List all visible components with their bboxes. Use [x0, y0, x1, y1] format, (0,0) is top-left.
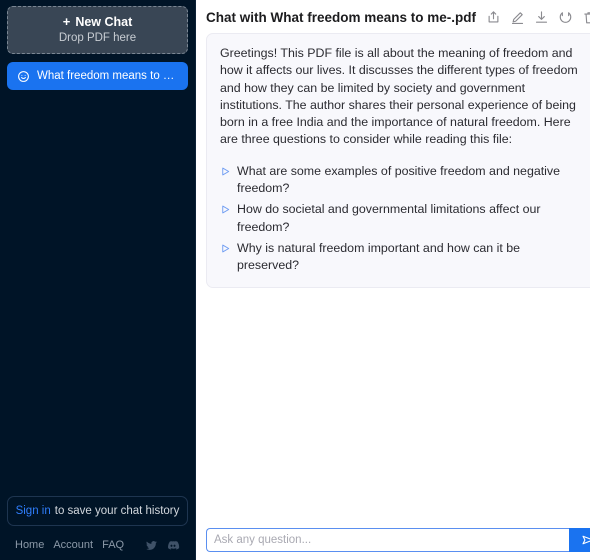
- delete-icon[interactable]: [582, 10, 590, 25]
- suggested-question-text: Why is natural freedom important and how…: [237, 240, 521, 273]
- suggested-question-item[interactable]: Why is natural freedom important and how…: [220, 240, 583, 275]
- share-icon[interactable]: [486, 10, 501, 25]
- sidebar-footer: Home Account FAQ: [7, 538, 188, 552]
- assistant-message-bubble: Greetings! This PDF file is all about th…: [206, 33, 590, 288]
- footer-socials: [145, 538, 185, 552]
- footer-links: Home Account FAQ: [15, 539, 124, 551]
- play-triangle-icon: [222, 244, 230, 253]
- edit-icon[interactable]: [510, 10, 525, 25]
- composer: [206, 528, 590, 552]
- footer-link-account[interactable]: Account: [53, 539, 93, 551]
- new-chat-dropzone[interactable]: + New Chat Drop PDF here: [7, 6, 188, 54]
- download-icon[interactable]: [534, 10, 549, 25]
- sign-in-button[interactable]: Sign in to save your chat history: [7, 496, 188, 526]
- play-triangle-icon: [222, 167, 230, 176]
- sign-in-link[interactable]: Sign in: [16, 505, 51, 517]
- footer-link-faq[interactable]: FAQ: [102, 539, 124, 551]
- main-panel: Chat with What freedom means to me-.pdf: [196, 0, 590, 560]
- new-chat-label-row: + New Chat: [63, 15, 133, 28]
- messages-area: Greetings! This PDF file is all about th…: [196, 33, 590, 518]
- regenerate-icon[interactable]: [558, 10, 573, 25]
- chat-header: Chat with What freedom means to me-.pdf: [196, 4, 590, 30]
- twitter-icon[interactable]: [145, 539, 158, 552]
- suggested-question-text: What are some examples of positive freed…: [237, 163, 561, 196]
- chat-title: Chat with What freedom means to me-.pdf: [206, 9, 477, 25]
- new-chat-label: New Chat: [75, 14, 133, 29]
- sidebar-chat-item-label: What freedom means to me-...: [37, 70, 178, 82]
- assistant-message-body: Greetings! This PDF file is all about th…: [220, 46, 578, 147]
- send-icon: [582, 535, 590, 545]
- sign-in-hint: to save your chat history: [54, 505, 180, 517]
- header-actions: [486, 10, 590, 25]
- footer-link-home[interactable]: Home: [15, 539, 44, 551]
- sidebar-bottom: Sign in to save your chat history Home A…: [0, 496, 195, 560]
- play-triangle-icon: [222, 205, 230, 214]
- drop-pdf-hint: Drop PDF here: [58, 32, 137, 45]
- suggested-question-item[interactable]: What are some examples of positive freed…: [220, 163, 583, 198]
- sidebar: + New Chat Drop PDF here What freedom me…: [0, 0, 196, 560]
- suggested-question-item[interactable]: How do societal and governmental limitat…: [220, 201, 583, 236]
- chat-bubble-icon: [18, 70, 29, 82]
- suggested-question-text: How do societal and governmental limitat…: [237, 202, 541, 234]
- question-input[interactable]: [206, 528, 570, 552]
- plus-icon: +: [62, 14, 71, 30]
- send-button[interactable]: [569, 528, 590, 552]
- suggested-questions-list: What are some examples of positive freed…: [220, 163, 583, 275]
- sidebar-chat-item[interactable]: What freedom means to me-...: [7, 62, 188, 90]
- discord-icon[interactable]: [166, 538, 180, 552]
- app-root: + New Chat Drop PDF here What freedom me…: [0, 0, 590, 560]
